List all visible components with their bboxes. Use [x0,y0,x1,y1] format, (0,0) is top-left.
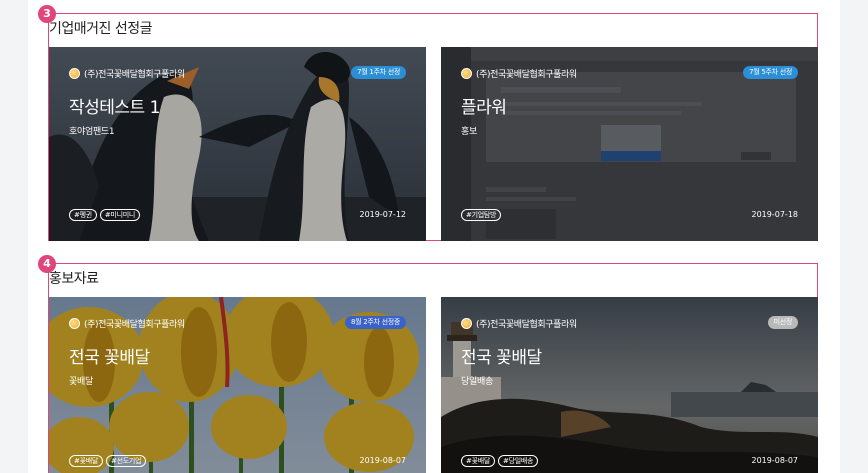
tag[interactable]: #펭귄 [69,209,97,221]
tag[interactable]: #기업탐방 [461,209,502,221]
article-card[interactable]: (주)전국꽃배달협회구풀라워 7월 1주차 선정 작성테스트 1 호야엄팬드1 … [49,47,426,241]
card-subtitle: 꽃배달 [69,377,93,387]
company-label: (주)전국꽃배달협회구플라워 [461,317,577,330]
section-title: 홍보자료 [49,271,99,287]
card-title: 작성테스트 1 [69,98,160,118]
card-title: 플라워 [461,98,507,118]
company-logo-icon [461,68,472,79]
section-title: 기업매거진 선정글 [49,21,153,37]
company-logo-icon [69,318,80,329]
status-badge: 7월 5주차 선정 [743,66,798,79]
tag[interactable]: #꽃배달 [461,455,495,467]
card-date: 2019-07-12 [359,210,407,219]
company-logo-icon [69,68,80,79]
tag-list: #꽃배달 #선도기업 [69,455,147,467]
card-subtitle: 당일배송 [461,377,493,387]
status-badge: 7월 1주차 선정 [351,66,406,79]
article-card[interactable]: (주)전국꽃배달협회구플라워 미선정 전국 꽃배달 당일배송 #꽃배달 #당일배… [441,297,818,473]
company-name: (주)전국꽃배달협회구풀라워 [84,70,185,80]
tag-list: #꽃배달 #당일배송 [461,455,539,467]
main-content: 3 기업매거진 선정글 (주)전국꽃배달협회구풀라워 7월 1주차 선정 작성테… [28,0,840,473]
company-label: (주)전국꽃배달협회구풀라워 [69,67,185,80]
company-name: (주)전국꽃배달협회구플라워 [476,320,577,330]
card-title: 전국 꽃배달 [69,348,150,368]
card-subtitle: 홍보 [461,127,477,137]
company-label: (주)전국꽃배달협회구플라워 [69,317,185,330]
tag[interactable]: #선도기업 [106,455,147,467]
article-card[interactable]: (주)전국꽃배달협회구플라워 8월 2주차 선정중 전국 꽃배달 꽃배달 #꽃배… [49,297,426,473]
card-title: 전국 꽃배달 [461,348,542,368]
tag-list: #펭귄 #미니미니 [69,209,140,221]
tag-list: #기업탐방 [461,209,502,221]
tag[interactable]: #미니미니 [99,209,140,221]
status-badge: 미선정 [767,316,798,329]
company-label: (주)전국꽃배달협회구풀라워 [461,67,577,80]
company-name: (주)전국꽃배달협회구플라워 [84,320,185,330]
company-logo-icon [461,318,472,329]
tag[interactable]: #꽃배달 [69,455,103,467]
company-name: (주)전국꽃배달협회구풀라워 [476,70,577,80]
tag[interactable]: #당일배송 [498,455,539,467]
article-card[interactable]: (주)전국꽃배달협회구풀라워 7월 5주차 선정 플라워 홍보 #기업탐방 20… [441,47,818,241]
card-date: 2019-07-18 [751,210,799,219]
card-date: 2019-08-07 [751,456,799,465]
promotion-section: 4 홍보자료 (주)전국꽃배달협회구플라워 8월 2주차 선정중 전국 꽃배달 … [38,255,818,473]
featured-magazine-section: 3 기업매거진 선정글 (주)전국꽃배달협회구풀라워 7월 1주차 선정 작성테… [38,5,818,241]
card-date: 2019-08-07 [359,456,407,465]
status-badge: 8월 2주차 선정중 [345,316,406,329]
card-subtitle: 호야엄팬드1 [69,127,115,137]
